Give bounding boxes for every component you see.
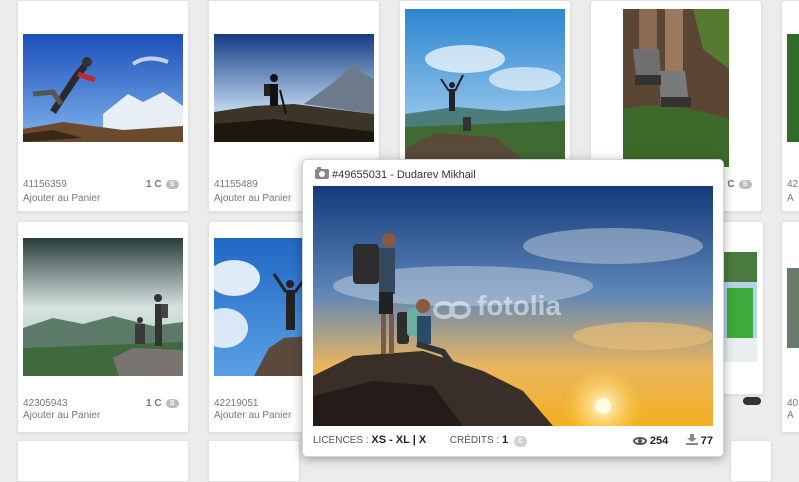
price-value: 1 C (146, 398, 162, 409)
photo-id: 42305943 (23, 398, 68, 409)
photo-card[interactable] (17, 440, 189, 482)
photo-card[interactable]: 40 A (781, 221, 799, 433)
photo-thumbnail[interactable] (405, 9, 565, 161)
photo-thumbnail[interactable] (23, 238, 183, 376)
licences-label: LICENCES : (313, 435, 369, 446)
popup-title: #49655031 - Dudarev Mikhail (315, 167, 476, 181)
photo-preview-popup: #49655031 - Dudarev Mikhail fotolia LICE… (302, 159, 724, 457)
standard-badge-icon: S (165, 180, 179, 189)
camera-icon (315, 167, 329, 179)
photo-thumbnail[interactable] (787, 268, 799, 348)
standard-badge-icon: S (738, 180, 752, 189)
watermark: fotolia (433, 290, 561, 322)
photo-price: 1 CS (146, 398, 179, 409)
downloads-count: 77 (700, 435, 713, 447)
photo-thumbnail[interactable] (723, 252, 757, 362)
add-to-cart-link[interactable]: Ajouter au Panier (214, 193, 291, 204)
download-icon (685, 434, 698, 445)
credit-badge-icon (743, 397, 761, 405)
price-value: 1 C (146, 179, 162, 190)
add-to-cart-link[interactable]: Ajouter au Panier (23, 193, 100, 204)
photo-id: 40 (787, 398, 799, 409)
popup-title-text: #49655031 - Dudarev Mikhail (332, 169, 476, 181)
add-to-cart-link[interactable]: Ajouter au Panier (214, 410, 291, 421)
licences-value: XS - XL | X (371, 434, 427, 446)
eye-icon (632, 437, 647, 445)
credit-badge-icon: C (513, 436, 527, 447)
photo-id: 42 (787, 179, 799, 190)
photo-id: 42219051 (214, 398, 259, 409)
credits-label: CRÉDITS : (449, 435, 500, 446)
photo-card[interactable]: 42219051 Ajouter au Panier (208, 221, 310, 433)
photo-thumbnail[interactable] (623, 9, 729, 167)
preview-image: fotolia (313, 186, 713, 426)
standard-badge-icon: S (165, 399, 179, 408)
photo-card[interactable]: 42 A (781, 0, 799, 212)
add-to-cart-link[interactable]: Ajouter au Panier (23, 410, 100, 421)
photo-thumbnail[interactable] (214, 238, 309, 376)
photo-thumbnail[interactable] (787, 34, 799, 142)
photo-id: 41155489 (214, 179, 258, 190)
photo-thumbnail[interactable] (214, 34, 374, 142)
photo-price: 1 CS (146, 179, 179, 190)
photo-card[interactable]: 42305943 1 CS Ajouter au Panier (17, 221, 189, 433)
photo-card[interactable] (730, 440, 772, 482)
photo-id: 41156359 (23, 179, 67, 190)
photo-card[interactable] (208, 440, 300, 482)
watermark-text: fotolia (477, 290, 561, 321)
photo-card[interactable]: 41156359 1 CS Ajouter au Panier (17, 0, 189, 212)
popup-footer: LICENCES : XS - XL | X CRÉDITS : 1 C 254… (313, 434, 713, 447)
add-to-cart-link[interactable]: A (787, 410, 794, 421)
photo-card[interactable] (399, 0, 571, 167)
views-count: 254 (649, 435, 669, 447)
credits-value: 1 (502, 434, 509, 446)
photo-thumbnail[interactable] (23, 34, 183, 142)
add-to-cart-link[interactable]: A (787, 193, 794, 204)
